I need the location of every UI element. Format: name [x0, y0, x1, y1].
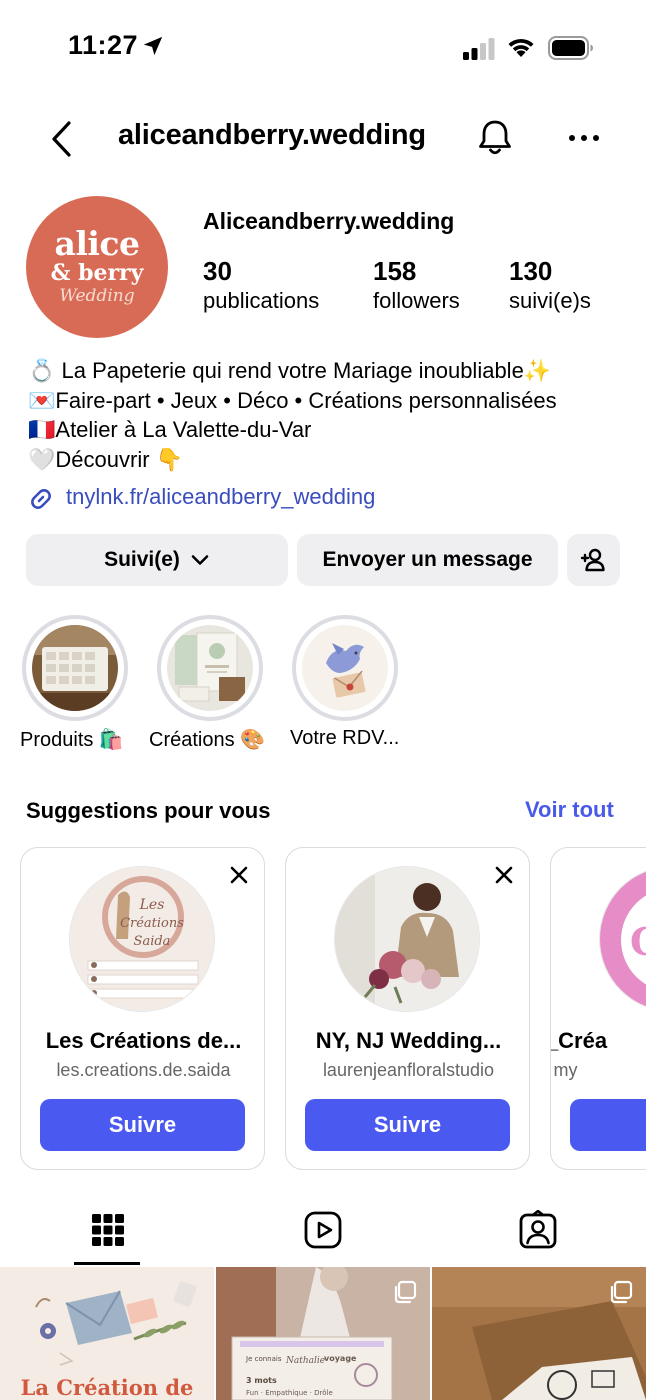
wifi-icon: [508, 38, 534, 57]
bio-line: 🇫🇷Atelier à La Valette-du-Var: [28, 417, 312, 442]
stat-value: 30: [203, 256, 232, 286]
svg-text:Créations: Créations: [120, 916, 184, 931]
suggestion-card: Les Créations Saida Les Créations de... …: [20, 847, 265, 1170]
multiple-photos-icon: [610, 1280, 633, 1304]
suggestion-avatar[interactable]: [334, 866, 480, 1012]
svg-text:Fun · Empathique · Drôle: Fun · Empathique · Drôle: [246, 1389, 333, 1397]
status-bar: 11:27: [0, 0, 646, 95]
stat-value: 158: [373, 256, 417, 286]
highlight-produits[interactable]: Produits 🛍️: [20, 615, 128, 751]
header-username: aliceandberry.wedding: [118, 119, 426, 151]
profile-tabs: [0, 1198, 646, 1266]
stat-label: suivi(e)s: [509, 288, 591, 313]
stat-following[interactable]: 130 suivi(e)s: [509, 256, 591, 316]
following-button-label: Suivi(e): [104, 548, 180, 571]
highlight-ring: [22, 615, 128, 721]
suggestion-card: Ca IR_Créa my S: [550, 847, 646, 1170]
bell-icon[interactable]: [474, 117, 516, 159]
post-thumbnail[interactable]: [432, 1267, 646, 1400]
suggestion-avatar[interactable]: Les Créations Saida: [69, 866, 215, 1012]
highlight-ring: [292, 615, 398, 721]
message-button-label: Envoyer un message: [322, 548, 533, 571]
highlight-ring: [157, 615, 263, 721]
svg-text:Je connais: Je connais: [245, 1355, 282, 1363]
back-chevron-icon[interactable]: [44, 117, 84, 161]
avatar-logo-text: & berry: [50, 260, 144, 286]
chevron-down-icon: [191, 555, 209, 565]
suggestion-handle: laurenjeanfloralstudio: [322, 1060, 495, 1080]
see-all-link[interactable]: Voir tout: [525, 797, 614, 823]
suggestion-handle: my: [553, 1060, 578, 1080]
suggestion-handle: les.creations.de.saida: [56, 1060, 231, 1080]
post-caption-overlay: La Création de: [20, 1375, 194, 1400]
more-horizontal-icon[interactable]: [564, 123, 604, 153]
highlight-label: Produits 🛍️: [20, 729, 124, 751]
suggestions-title: Suggestions pour vous: [26, 798, 271, 823]
battery-icon: [548, 36, 593, 60]
following-button[interactable]: Suivi(e): [26, 534, 288, 586]
profile-header: aliceandberry.wedding: [0, 105, 646, 171]
message-button[interactable]: Envoyer un message: [297, 534, 558, 586]
svg-text:voyage: voyage: [324, 1354, 357, 1363]
multiple-photos-icon: [394, 1280, 417, 1304]
stat-label: publications: [203, 288, 320, 313]
highlight-label: Créations 🎨: [149, 729, 266, 751]
suggest-users-button[interactable]: [567, 534, 620, 586]
highlight-creations[interactable]: Créations 🎨: [149, 615, 265, 751]
stat-followers[interactable]: 158 followers: [373, 256, 460, 316]
highlight-rdv[interactable]: Votre RDV...: [290, 615, 399, 749]
stat-label: followers: [373, 288, 460, 313]
active-tab-indicator: [74, 1262, 140, 1265]
close-icon[interactable]: [493, 864, 515, 886]
svg-text:Ca: Ca: [630, 919, 646, 964]
close-icon[interactable]: [228, 864, 250, 886]
profile-avatar[interactable]: alice & berry Wedding: [26, 196, 168, 338]
bio-link-text[interactable]: tnylnk.fr/aliceandberry_wedding: [66, 484, 375, 510]
highlight-cover: [32, 625, 118, 711]
svg-text:Saida: Saida: [134, 934, 171, 949]
profile-display-name: Aliceandberry.wedding: [203, 208, 455, 234]
svg-text:Les: Les: [139, 897, 165, 913]
bio-line: 💌Faire-part • Jeux • Déco • Créations pe…: [28, 387, 557, 413]
suggestion-avatar[interactable]: Ca: [599, 866, 646, 1012]
avatar-logo-text: alice: [54, 224, 140, 263]
stat-value: 130: [509, 256, 553, 286]
profile-bio: 💍 La Papeterie qui rend votre Mariage in…: [28, 356, 628, 474]
reels-icon[interactable]: [303, 1210, 343, 1250]
highlight-label: Votre RDV...: [290, 727, 400, 749]
follow-button[interactable]: Suivre: [40, 1099, 245, 1151]
avatar-logo-script: Wedding: [59, 286, 135, 306]
post-thumbnail[interactable]: Je connais Nathalie voyage 3 mots Fun · …: [216, 1267, 430, 1400]
follow-button[interactable]: S: [570, 1099, 646, 1151]
svg-text:Nathalie: Nathalie: [285, 1356, 325, 1366]
suggestion-card: NY, NJ Wedding... laurenjeanfloralstudio…: [285, 847, 530, 1170]
bio-line: 🤍Découvrir 👇: [28, 446, 184, 472]
post-thumbnail[interactable]: La Création de: [0, 1267, 214, 1400]
highlight-cover: [302, 625, 388, 711]
svg-text:3 mots: 3 mots: [246, 1376, 277, 1385]
grid-icon[interactable]: [88, 1210, 128, 1250]
suggestion-name: NY, NJ Wedding...: [315, 1028, 502, 1053]
follow-button[interactable]: Suivre: [305, 1099, 510, 1151]
status-time: 11:27: [68, 30, 139, 60]
tagged-icon[interactable]: [518, 1210, 558, 1250]
posts-grid: La Création de Je connais Nathalie voyag…: [0, 1267, 646, 1400]
add-user-icon: [580, 548, 605, 572]
suggestion-name: Les Créations de...: [45, 1028, 242, 1053]
location-arrow-icon: [143, 36, 163, 56]
highlight-cover: [167, 625, 253, 711]
suggestion-name: IR_Créa: [551, 1028, 608, 1053]
bio-line: 💍 La Papeterie qui rend votre Mariage in…: [28, 358, 552, 383]
link-icon: [31, 489, 51, 509]
cellular-signal-icon: [463, 38, 495, 60]
stat-posts[interactable]: 30 publications: [203, 256, 319, 316]
